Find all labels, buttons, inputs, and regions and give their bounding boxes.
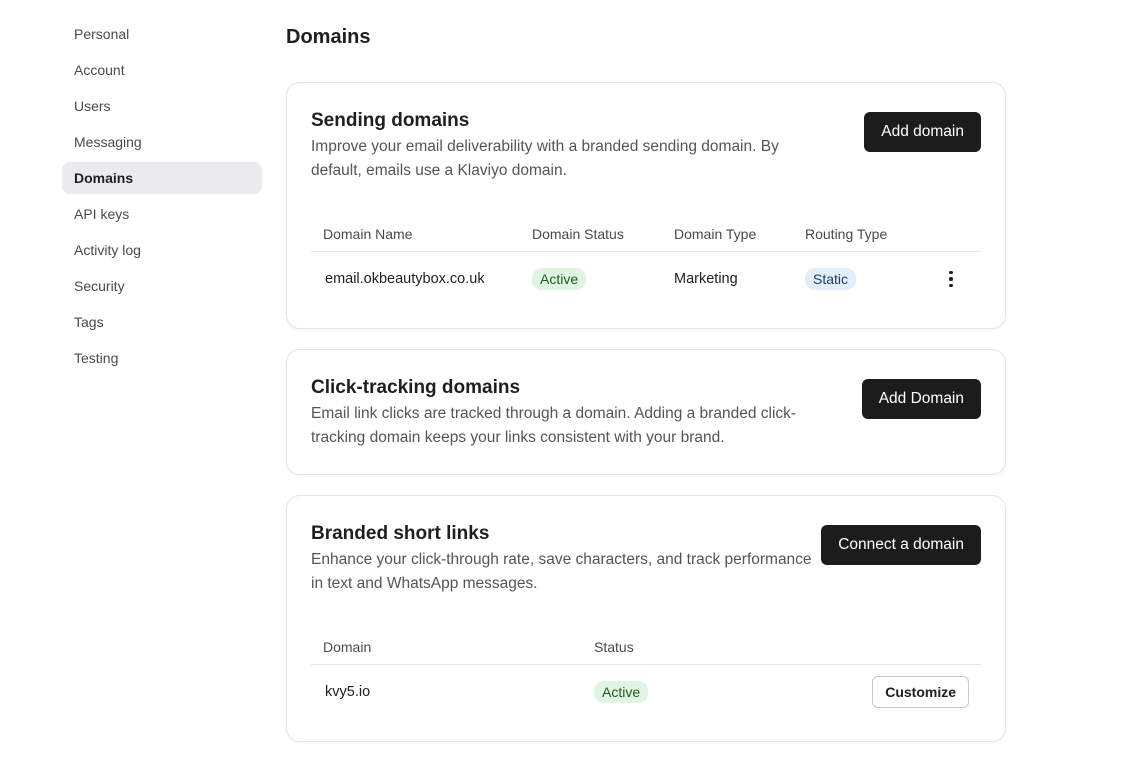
column-header-routing-type[interactable]: Routing Type <box>805 226 887 242</box>
sidebar-item-api-keys[interactable]: API keys <box>62 198 262 230</box>
more-vertical-icon[interactable] <box>941 267 961 291</box>
page-title: Domains <box>286 26 371 48</box>
sidebar-item-account[interactable]: Account <box>62 54 262 86</box>
short-links-table: Domain Status kvy5.io Active Customize <box>311 629 981 719</box>
sidebar-item-messaging[interactable]: Messaging <box>62 126 262 158</box>
connect-domain-button[interactable]: Connect a domain <box>821 525 981 565</box>
sidebar-item-users[interactable]: Users <box>62 90 262 122</box>
column-header-domain-type[interactable]: Domain Type <box>674 226 756 242</box>
click-tracking-domains-card: Click-tracking domains Email link clicks… <box>286 349 1006 475</box>
status-badge: Active <box>594 681 649 703</box>
column-header-domain[interactable]: Domain <box>323 639 371 655</box>
sending-domains-table: Domain Name Domain Status Domain Type Ro… <box>311 216 981 306</box>
table-row: kvy5.io Active Customize <box>311 665 981 719</box>
sidebar-item-personal[interactable]: Personal <box>62 18 262 50</box>
table-header: Domain Name Domain Status Domain Type Ro… <box>311 216 981 252</box>
routing-type-badge: Static <box>805 268 857 290</box>
column-header-domain-name[interactable]: Domain Name <box>323 226 412 242</box>
table-header: Domain Status <box>311 629 981 665</box>
branded-short-links-card: Branded short links Enhance your click-t… <box>286 495 1006 742</box>
customize-button[interactable]: Customize <box>872 676 969 708</box>
domain-name: email.okbeautybox.co.uk <box>325 271 485 287</box>
add-sending-domain-button[interactable]: Add domain <box>864 112 981 152</box>
click-tracking-description: Email link clicks are tracked through a … <box>311 405 797 446</box>
sidebar-item-tags[interactable]: Tags <box>62 306 262 338</box>
settings-sidebar: Personal Account Users Messaging Domains… <box>62 18 262 378</box>
column-header-domain-status[interactable]: Domain Status <box>532 226 624 242</box>
short-links-description: Enhance your click-through rate, save ch… <box>311 551 812 592</box>
sidebar-item-domains[interactable]: Domains <box>62 162 262 194</box>
add-click-tracking-domain-button[interactable]: Add Domain <box>861 379 981 419</box>
sending-domains-description: Improve your email deliverability with a… <box>311 138 779 179</box>
sidebar-item-activity-log[interactable]: Activity log <box>62 234 262 266</box>
status-badge: Active <box>532 268 587 290</box>
domain-type: Marketing <box>674 271 738 287</box>
sidebar-item-testing[interactable]: Testing <box>62 342 262 374</box>
table-row: email.okbeautybox.co.uk Active Marketing… <box>311 252 981 306</box>
sending-domains-card: Sending domains Improve your email deliv… <box>286 82 1006 329</box>
column-header-status[interactable]: Status <box>594 639 634 655</box>
sidebar-item-security[interactable]: Security <box>62 270 262 302</box>
short-link-domain: kvy5.io <box>325 684 371 700</box>
